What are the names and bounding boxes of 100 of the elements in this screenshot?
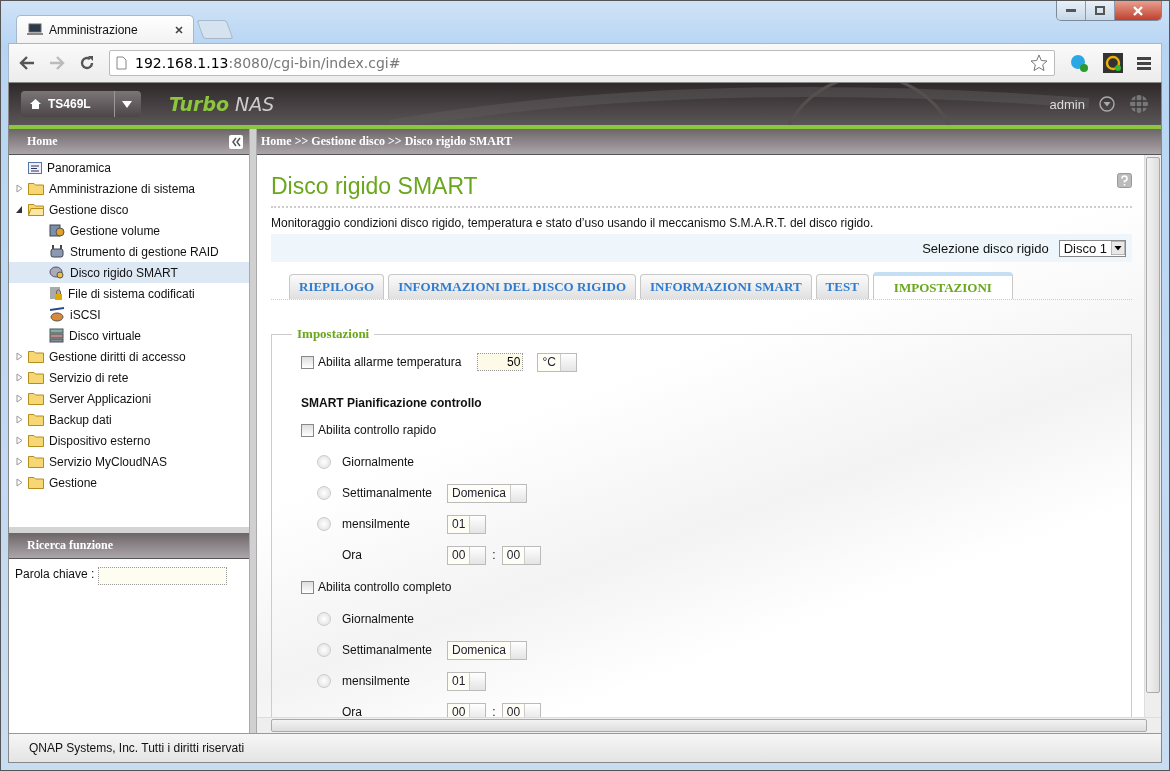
radio-label: mensilmente <box>342 517 412 531</box>
close-icon[interactable] <box>175 25 183 34</box>
panel-splitter[interactable] <box>249 129 257 733</box>
checkbox[interactable] <box>301 423 314 437</box>
help-icon[interactable] <box>1117 173 1132 188</box>
breadcrumb: Home >> Gestione disco >> Disco rigido SMART <box>261 134 513 149</box>
folder-icon <box>28 392 44 405</box>
minute-select[interactable]: 00 <box>501 702 542 717</box>
tab[interactable]: INFORMAZIONI SMART <box>640 274 812 299</box>
vertical-scrollbar[interactable] <box>1144 155 1161 717</box>
tree-item[interactable]: Servizio di rete <box>9 367 249 388</box>
keyword-field[interactable] <box>98 567 228 585</box>
radio-button[interactable] <box>317 486 331 500</box>
horizontal-scrollbar[interactable] <box>257 717 1161 733</box>
browser-tab[interactable]: Amministrazione <box>16 15 194 43</box>
tree-item[interactable]: iSCSI <box>9 304 249 325</box>
folder-icon <box>28 203 44 216</box>
unit-select[interactable]: °C <box>537 352 577 372</box>
disk-select[interactable]: Disco 1 <box>1058 239 1126 257</box>
panel-header: Ricerca funzione <box>9 533 249 559</box>
tree-item[interactable]: Gestione disco <box>9 199 249 220</box>
expander-icon[interactable] <box>16 205 23 214</box>
dropdown-icon[interactable] <box>1099 96 1115 112</box>
disk-stack-icon <box>49 328 64 343</box>
raid-tool-icon <box>49 244 65 259</box>
radio-label: Settimanalmente <box>342 486 434 500</box>
select-field[interactable]: 01 <box>447 514 487 534</box>
radio-button[interactable] <box>317 612 331 626</box>
tree-item[interactable]: Panoramica <box>9 157 249 178</box>
caret-icon <box>1111 241 1125 255</box>
address-bar[interactable]: 192.168.1.13:8080/cgi-bin/index.cgi# <box>109 50 1055 76</box>
tree-item[interactable]: Strumento di gestione RAID <box>9 241 249 262</box>
star-icon[interactable] <box>1030 54 1048 72</box>
folder-icon <box>28 434 44 447</box>
new-tab-button[interactable] <box>196 20 234 39</box>
radio-label: Settimanalmente <box>342 643 434 657</box>
close-button[interactable] <box>1115 1 1161 20</box>
tab[interactable]: RIEPILOGO <box>289 274 385 299</box>
overview-icon <box>28 161 42 174</box>
menu-icon[interactable] <box>1137 56 1151 70</box>
time-separator: : <box>492 705 496 717</box>
forward-icon[interactable] <box>49 56 65 70</box>
radio-label: Giornalmente <box>342 612 416 626</box>
maximize-button[interactable] <box>1086 1 1115 20</box>
caret-icon <box>122 100 132 108</box>
select-field[interactable]: Domenica <box>447 640 528 660</box>
select-field[interactable]: 01 <box>447 671 487 691</box>
time-label: Ora <box>342 548 363 562</box>
tree-item[interactable]: Servizio MyCloudNAS <box>9 451 249 472</box>
device-menu-button[interactable]: TS469L <box>21 91 141 117</box>
tree-item[interactable]: Backup dati <box>9 409 249 430</box>
tree-item[interactable]: Disco rigido SMART <box>9 262 249 283</box>
time-separator: : <box>492 548 496 562</box>
hour-select[interactable]: 00 <box>447 545 487 565</box>
lock-icon <box>49 286 63 301</box>
radio-button[interactable] <box>317 674 331 688</box>
extension-icon[interactable] <box>1103 53 1123 73</box>
tree-item[interactable]: Gestione volume <box>9 220 249 241</box>
radio-label: mensilmente <box>342 674 412 688</box>
select-field[interactable]: Domenica <box>447 483 528 503</box>
radio-button[interactable] <box>317 455 331 469</box>
radio-button[interactable] <box>317 643 331 657</box>
folder-icon <box>28 413 44 426</box>
user-name[interactable]: admin <box>1049 96 1085 112</box>
tree-item[interactable]: Server Applicazioni <box>9 388 249 409</box>
hour-select[interactable]: 00 <box>447 702 487 717</box>
back-icon[interactable] <box>19 56 35 70</box>
folder-icon <box>28 455 44 468</box>
keyword-label: Parola chiave : <box>15 567 95 581</box>
radio-button[interactable] <box>317 517 331 531</box>
tree-item[interactable]: File di sistema codificati <box>9 283 249 304</box>
checkbox-label: Abilita controllo rapido <box>318 423 437 437</box>
disk-icon <box>49 307 65 322</box>
home-icon <box>30 99 41 109</box>
tree-item[interactable]: Gestione diritti di accesso <box>9 346 249 367</box>
tree-item[interactable]: Disco virtuale <box>9 325 249 346</box>
globe-icon[interactable] <box>1129 94 1149 114</box>
minimize-button[interactable] <box>1057 1 1086 20</box>
collapse-icon[interactable] <box>229 134 243 149</box>
close-icon <box>1132 5 1144 16</box>
folder-icon <box>28 476 44 489</box>
tree-item[interactable]: Gestione <box>9 472 249 493</box>
fieldset-legend: Impostazioni <box>292 326 375 342</box>
panel-header: Home <box>9 129 249 155</box>
page-description: Monitoraggio condizioni disco rigido, temperatura e stato d’uso usando il meccanismo S.M.A.R.T. del disco rigido. <box>271 215 875 232</box>
tab[interactable]: TEST <box>815 274 869 299</box>
time-label: Ora <box>342 705 363 717</box>
reload-icon[interactable] <box>79 55 95 71</box>
tab[interactable]: INFORMAZIONI DEL DISCO RIGIDO <box>388 274 637 299</box>
temperature-field[interactable]: 50 <box>477 353 524 371</box>
tree-item[interactable]: Amministrazione di sistema <box>9 178 249 199</box>
checkbox[interactable] <box>301 355 314 369</box>
checkbox[interactable] <box>301 580 314 594</box>
disk-volume-icon <box>49 223 65 238</box>
radio-label: Giornalmente <box>342 455 416 469</box>
maximize-icon <box>1095 6 1105 15</box>
tree-item[interactable]: Dispositivo esterno <box>9 430 249 451</box>
minimize-icon <box>1066 8 1076 13</box>
minute-select[interactable]: 00 <box>501 545 542 565</box>
laptop-icon <box>27 23 43 36</box>
